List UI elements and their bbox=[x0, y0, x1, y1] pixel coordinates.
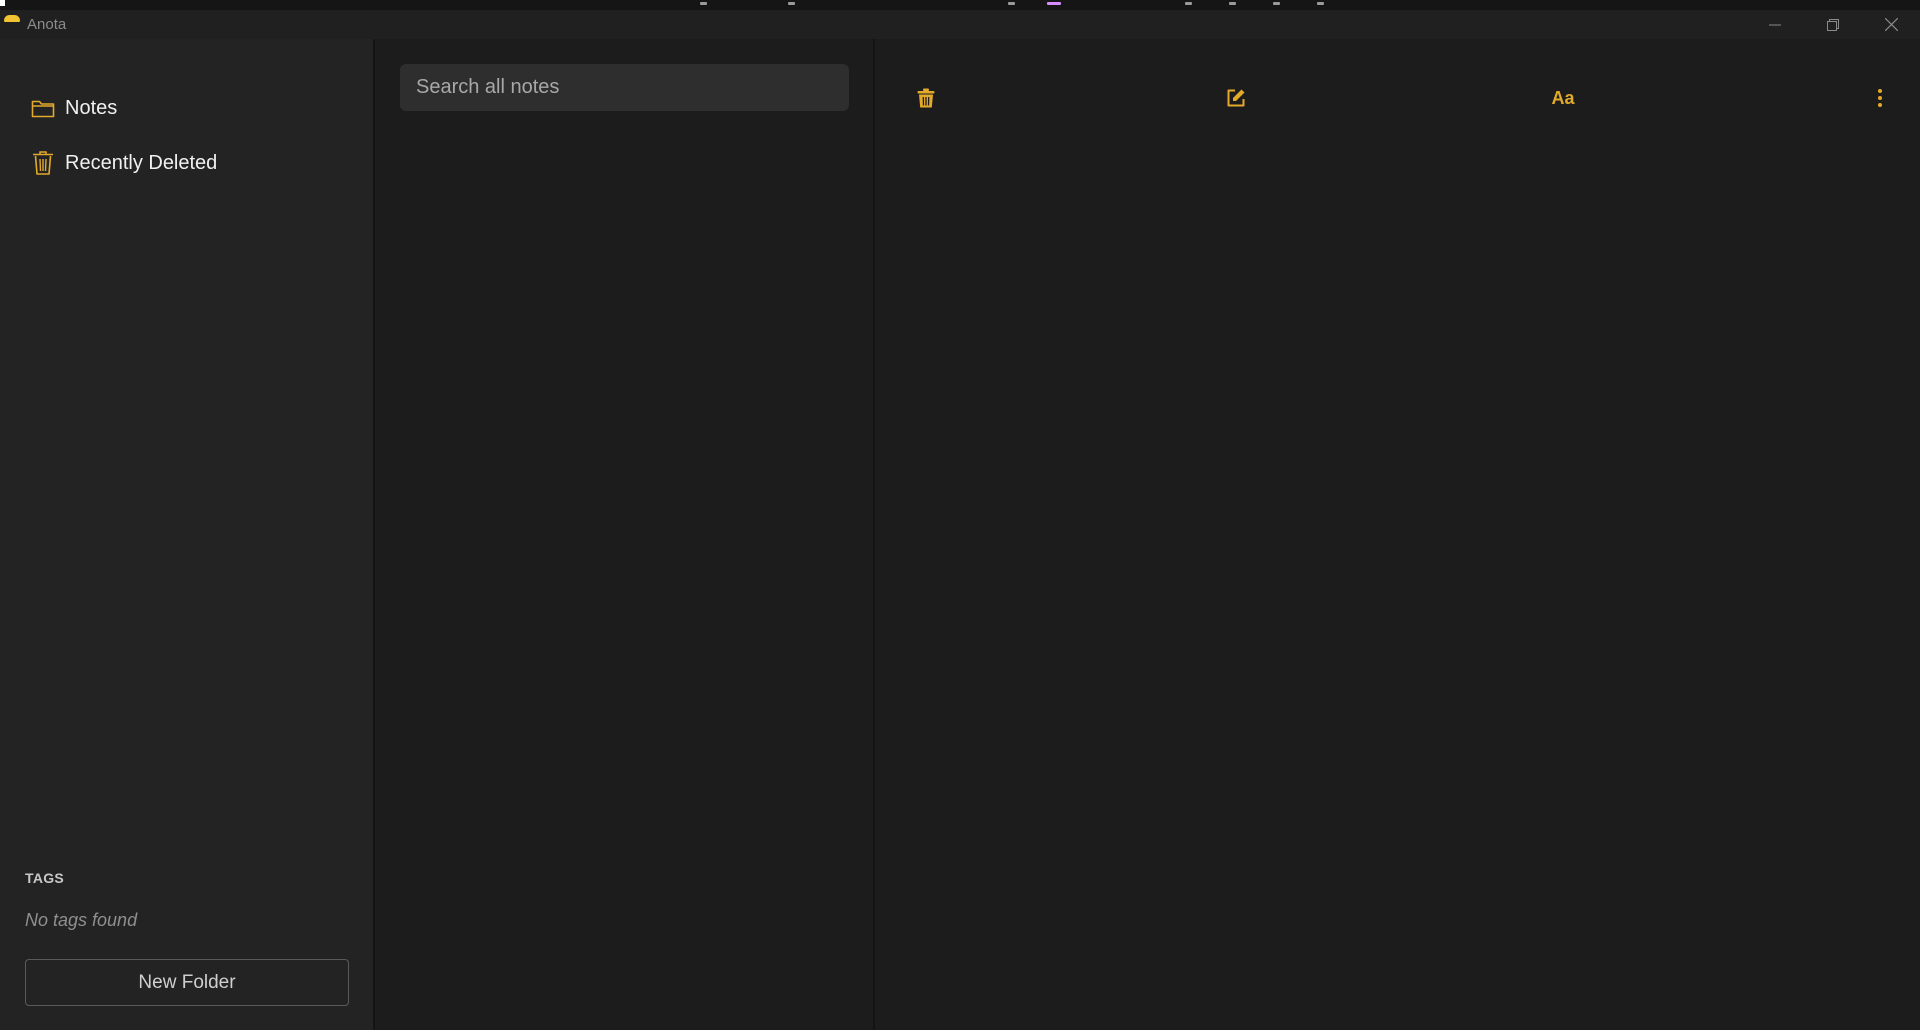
strip-marker bbox=[1185, 2, 1192, 5]
compose-icon bbox=[1227, 89, 1245, 107]
corner-marker bbox=[0, 0, 5, 6]
top-strip bbox=[0, 0, 1920, 10]
more-vertical-icon bbox=[1878, 89, 1882, 107]
tags-empty-message: No tags found bbox=[25, 910, 138, 930]
strip-marker bbox=[1229, 2, 1236, 5]
delete-note-button[interactable] bbox=[911, 83, 941, 113]
strip-marker-active bbox=[1047, 2, 1061, 5]
close-icon bbox=[1884, 18, 1898, 31]
sidebar-item-recently-deleted[interactable]: Recently Deleted bbox=[30, 143, 217, 183]
editor-panel: Aa bbox=[875, 39, 1920, 1030]
tags-heading: TAGS bbox=[25, 870, 65, 886]
minimize-button[interactable] bbox=[1746, 10, 1804, 39]
minimize-icon bbox=[1769, 24, 1781, 25]
strip-marker bbox=[1273, 2, 1280, 5]
trash-icon bbox=[917, 88, 935, 108]
new-note-button[interactable] bbox=[1221, 83, 1251, 113]
title-bar: Anota bbox=[0, 10, 1920, 39]
sidebar-item-notes[interactable]: Notes bbox=[30, 88, 117, 128]
trash-icon bbox=[30, 150, 56, 176]
restore-icon bbox=[1827, 18, 1839, 31]
sidebar-item-label: Notes bbox=[65, 96, 118, 119]
sidebar-item-label: Recently Deleted bbox=[65, 151, 218, 174]
window-title: Anota bbox=[27, 16, 67, 33]
notes-list-panel bbox=[375, 39, 873, 1030]
more-options-button[interactable] bbox=[1865, 83, 1895, 113]
strip-marker bbox=[1317, 2, 1324, 5]
close-button[interactable] bbox=[1862, 10, 1920, 39]
window-controls bbox=[1746, 10, 1920, 39]
format-icon: Aa bbox=[1551, 87, 1575, 108]
folder-icon bbox=[30, 95, 56, 121]
search-input[interactable] bbox=[400, 64, 849, 111]
strip-marker bbox=[700, 2, 707, 5]
restore-button[interactable] bbox=[1804, 10, 1862, 39]
app-logo-icon bbox=[4, 15, 20, 22]
sidebar: Notes Recently Deleted TAGS No tags foun… bbox=[0, 39, 373, 1030]
strip-marker bbox=[788, 2, 795, 5]
strip-marker bbox=[1008, 2, 1015, 5]
new-folder-button[interactable]: New Folder bbox=[25, 959, 349, 1006]
format-text-button[interactable]: Aa bbox=[1543, 83, 1583, 113]
